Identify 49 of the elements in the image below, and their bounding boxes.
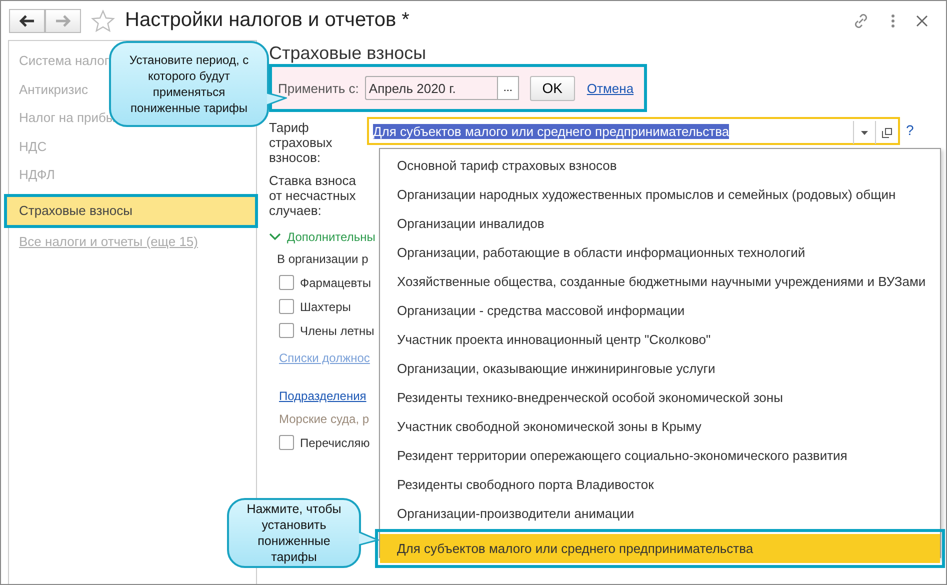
dropdown-item[interactable]: Основной тариф страховых взносов xyxy=(380,151,940,180)
chevron-icon xyxy=(269,233,281,241)
choose-button[interactable]: ... xyxy=(496,76,519,100)
dropdown-item[interactable]: Организации, оказывающие инжиниринговые услуги xyxy=(380,354,940,383)
window-title: Настройки налогов и отчетов * xyxy=(125,9,410,32)
ok-button[interactable]: OK xyxy=(530,76,575,100)
additional-section-toggle[interactable]: Дополнительны xyxy=(269,230,376,244)
dropdown-item[interactable]: Организации народных художественных промыслов и семейных (родовых) общин xyxy=(380,180,940,209)
period-field[interactable]: Апрель 2020 г. xyxy=(364,76,497,100)
checkbox-label: Члены летны xyxy=(300,324,374,338)
tariff-field[interactable]: Для субъектов малого или среднего предпринимательства xyxy=(367,117,900,145)
dropdown-item[interactable]: Резидент территории опережающего социально-экономического развития xyxy=(380,441,940,470)
help-link[interactable]: ? xyxy=(906,122,914,138)
dropdown-item[interactable]: Для субъектов малого или среднего предпринимательства xyxy=(380,534,940,563)
checkbox-label: Перечисляю xyxy=(300,436,370,450)
checkbox[interactable] xyxy=(279,435,294,450)
checkbox-label: Шахтеры xyxy=(300,300,351,314)
organization-text: В организации р xyxy=(277,252,368,266)
back-arrow-icon xyxy=(19,14,35,26)
dropdown-item[interactable]: Организации инвалидов xyxy=(380,209,940,238)
cancel-link[interactable]: Отмена xyxy=(586,80,634,96)
dropdown-item[interactable]: Резиденты свободного порта Владивосток xyxy=(380,470,940,499)
sidebar-item[interactable]: Страховые взносы xyxy=(4,194,258,228)
dropdown-item[interactable]: Участник свободной экономической зоны в Крыму xyxy=(380,412,940,441)
note-text: Морские суда, р xyxy=(279,412,370,426)
accident-rate-label: Ставка взноса от несчастных случаев: xyxy=(269,173,357,218)
forward-arrow-icon xyxy=(55,14,71,26)
dropdown-item[interactable]: Хозяйственные общества, созданные бюджетными научными учреждениями и ВУЗами xyxy=(380,267,940,296)
checkbox-label: Фармацевты xyxy=(300,276,372,290)
tariff-label: Тариф страховых взносов: xyxy=(269,120,334,165)
departments-link[interactable]: Подразделения xyxy=(279,389,366,403)
open-window-icon xyxy=(882,128,892,138)
close-icon[interactable] xyxy=(916,14,928,26)
dropdown-item[interactable]: Организации, работающие в области информационных технологий xyxy=(380,238,940,267)
link-icon[interactable] xyxy=(852,12,870,30)
back-button[interactable] xyxy=(9,8,45,32)
dropdown-item[interactable]: Организации - средства массовой информации xyxy=(380,296,940,325)
checkbox[interactable] xyxy=(279,323,294,338)
hint-tooltip: Нажмите, чтобы установить пониженные тарифы xyxy=(227,498,361,568)
dropdown-item[interactable]: Участник проекта инновационный центр "Сколково" xyxy=(380,325,940,354)
section-heading: Страховые взносы xyxy=(269,43,426,64)
dropdown-item[interactable]: Организации-производители анимации xyxy=(380,499,940,528)
checkbox[interactable] xyxy=(279,299,294,314)
caret-icon xyxy=(861,130,868,134)
dropdown-item[interactable]: Резиденты технико-внедренческой особой экономической зоны xyxy=(380,383,940,412)
more-icon[interactable] xyxy=(890,14,896,28)
apply-from-label: Применить с: xyxy=(278,80,359,96)
checkbox[interactable] xyxy=(279,275,294,290)
star-icon[interactable] xyxy=(91,8,115,32)
